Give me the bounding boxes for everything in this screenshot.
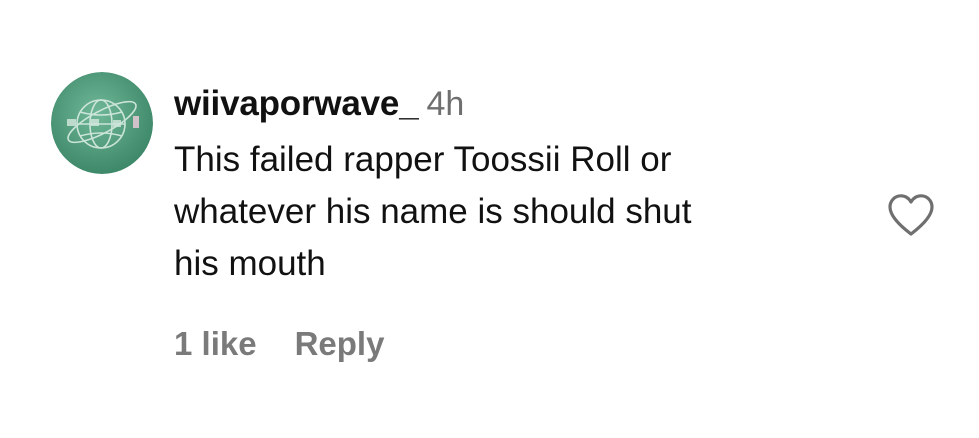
comment-text-line: whatever his name is should shut — [174, 192, 692, 231]
like-button[interactable] — [886, 192, 936, 238]
comment-header: wiivaporwave_ 4h — [174, 82, 854, 126]
comment-text: This failed rapper Toossii Roll or whate… — [174, 134, 854, 290]
likes-count-button[interactable]: 1 like — [174, 322, 257, 366]
comment-text-line: This failed rapper Toossii Roll or — [174, 140, 672, 179]
avatar[interactable] — [51, 72, 153, 174]
comment-body: wiivaporwave_ 4h This failed rapper Tooss… — [174, 82, 854, 290]
reply-button[interactable]: Reply — [295, 322, 385, 366]
comment-text-line: his mouth — [174, 244, 326, 283]
comment-actions: 1 like Reply — [174, 322, 384, 366]
timestamp: 4h — [426, 85, 465, 123]
heart-icon — [888, 194, 934, 236]
comment: wiivaporwave_ 4h This failed rapper Tooss… — [0, 0, 979, 438]
globe-avatar-icon — [51, 72, 153, 174]
username-link[interactable]: wiivaporwave_ — [174, 84, 419, 123]
